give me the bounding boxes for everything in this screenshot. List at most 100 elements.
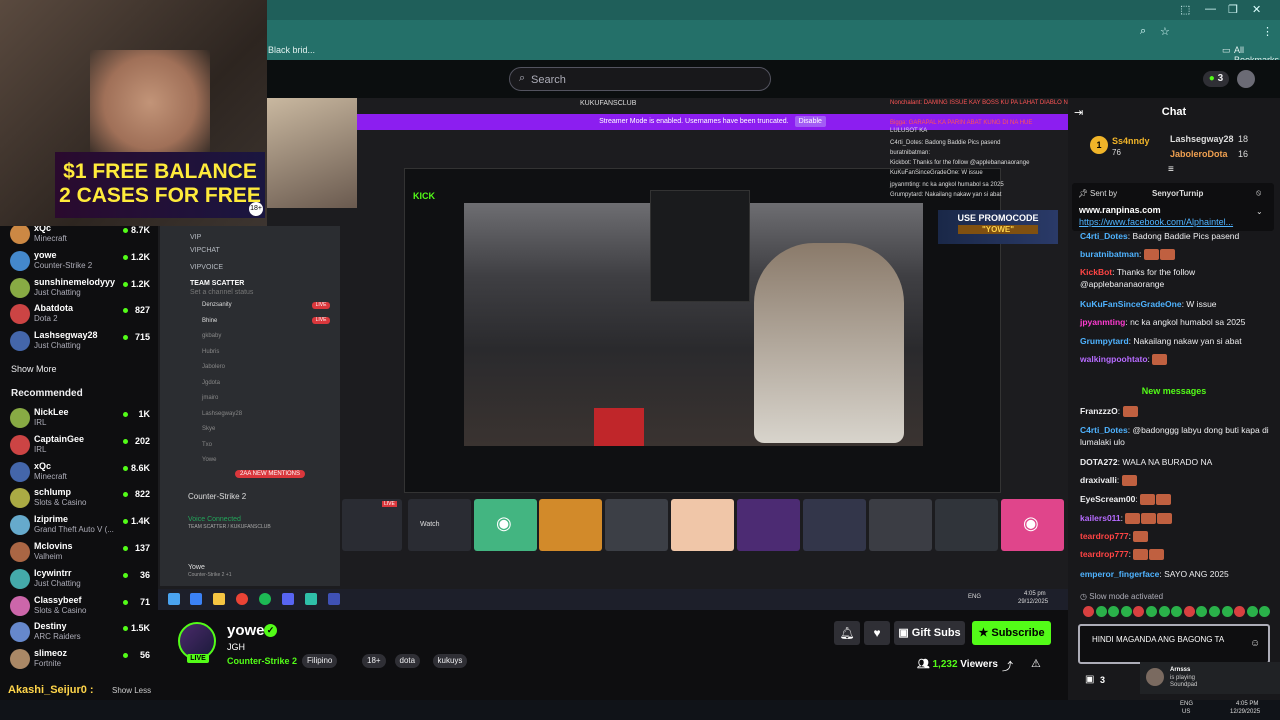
gift-subs-button[interactable]: ▣ Gift Subs	[894, 621, 965, 645]
subscribe-button[interactable]: ★ Subscribe	[972, 621, 1051, 645]
stream-tag[interactable]: kukuys	[432, 654, 468, 668]
chat-username[interactable]: walkingpoohtato	[1080, 354, 1148, 364]
unpin-icon[interactable]: ⦸	[1256, 188, 1261, 198]
search-input[interactable]: ⌕ Search	[509, 67, 771, 91]
discord-toast[interactable]: Arnsss is playing Soundpad	[1140, 662, 1280, 694]
discord-member[interactable]: Denzsanity	[202, 302, 232, 308]
tile-live-preview[interactable]: LIVE	[342, 499, 402, 551]
expand-gifters-icon[interactable]: ≡	[1168, 164, 1174, 175]
os-time[interactable]: 4:05 PM	[1236, 701, 1258, 707]
gift-icon[interactable]: ▣	[1085, 674, 1094, 685]
chat-username[interactable]: kailers011	[1080, 513, 1121, 523]
streamer-name[interactable]: yowe	[227, 622, 265, 639]
show-less-button[interactable]: Show Less	[112, 686, 151, 695]
tile-watch[interactable]: Watch	[408, 499, 471, 551]
top-gifter-2-name[interactable]: Lashsegway28	[1170, 134, 1234, 144]
emote-shortcut-icon[interactable]	[1146, 606, 1157, 617]
emote-shortcut-icon[interactable]	[1158, 606, 1170, 617]
chat-username[interactable]: FranzzzO	[1080, 406, 1118, 416]
sidebar-channel[interactable]: Classybeef Slots & Casino 71	[0, 592, 158, 618]
emote-shortcut-icon[interactable]	[1095, 606, 1107, 617]
top-gifter-3-name[interactable]: JaboleroDota	[1170, 149, 1228, 159]
emote-shortcut-icon[interactable]	[1183, 606, 1195, 617]
tile-avatar-4[interactable]	[737, 499, 800, 551]
sidebar-channel[interactable]: slimeoz Fortnite 56	[0, 645, 158, 671]
sidebar-channel[interactable]: NickLee IRL 1K	[0, 404, 158, 430]
discord-member[interactable]: Txo	[202, 442, 212, 448]
show-more-button[interactable]: Show More	[11, 364, 57, 374]
discord-member[interactable]: Jabolero	[202, 364, 225, 370]
spotify-app-icon[interactable]	[259, 593, 271, 605]
os-region[interactable]: US	[1182, 709, 1190, 715]
tile-avatar-2[interactable]	[605, 499, 668, 551]
sidebar-channel[interactable]: sunshinemelodyyy Just Chatting 1.2K	[0, 274, 158, 300]
maximize-button[interactable]: ❐	[1228, 3, 1238, 16]
share-icon[interactable]: ⤴	[1002, 658, 1013, 674]
minimize-button[interactable]: —	[1205, 3, 1216, 15]
os-date[interactable]: 12/29/2025	[1230, 709, 1260, 715]
sidebar-channel[interactable]: CaptainGee IRL 202	[0, 431, 158, 457]
chat-input[interactable]: HINDI MAGANDA ANG BAGONG TA ☺	[1078, 624, 1270, 664]
chat-username[interactable]: buratnibatman	[1080, 249, 1139, 259]
tile-avatar-duck[interactable]	[539, 499, 602, 551]
chat-username[interactable]: jpyanmting	[1080, 317, 1125, 327]
emote-shortcut-icon[interactable]	[1120, 606, 1132, 617]
os-lang[interactable]: ENG	[1180, 701, 1193, 707]
disable-button[interactable]: Disable	[794, 116, 826, 127]
chat-username[interactable]: emperor_fingerface	[1080, 569, 1159, 579]
chrome-app-icon[interactable]	[236, 593, 248, 605]
top-gifter-1-name[interactable]: Ss4nndy	[1112, 136, 1150, 146]
follow-heart-button[interactable]: ♥	[864, 621, 890, 645]
tile-avatar-7[interactable]	[935, 499, 998, 551]
sidebar-channel[interactable]: xQc Minecraft 8.6K	[0, 458, 158, 484]
discord-member[interactable]: Lashsegway28	[202, 411, 242, 417]
stream-category[interactable]: Counter-Strike 2	[227, 656, 297, 666]
stream-tag[interactable]: Filipino	[302, 654, 338, 668]
chat-username[interactable]: teardrop777	[1080, 531, 1129, 541]
taskbar-app-icon[interactable]	[305, 593, 317, 605]
chat-username[interactable]: teardrop777	[1080, 549, 1129, 559]
notifications-button[interactable]: ● 3	[1203, 71, 1229, 87]
report-icon[interactable]: ⚠	[1031, 657, 1041, 670]
discord-member[interactable]: Skye	[202, 426, 215, 432]
discord-member[interactable]: Hubris	[202, 349, 219, 355]
emote-shortcut-icon[interactable]	[1221, 606, 1233, 617]
emote-shortcut-icon[interactable]	[1246, 606, 1258, 617]
bookmark-black-brid[interactable]: Black brid...	[268, 45, 315, 55]
stream-tag[interactable]: 18+	[362, 654, 386, 668]
close-window-button[interactable]: ✕	[1252, 3, 1261, 16]
sidebar-channel[interactable]: Abatdota Dota 2 827	[0, 300, 158, 326]
stream-tag[interactable]: dota	[394, 654, 421, 668]
emote-shortcut-icon[interactable]	[1209, 606, 1220, 617]
discord-app-icon[interactable]	[282, 593, 294, 605]
notify-bell-button[interactable]: 🔔︎	[834, 621, 860, 645]
extensions-icon[interactable]: ⬚	[1180, 3, 1190, 16]
pinned-link[interactable]: https://www.facebook.com/Alphaintel...	[1079, 217, 1233, 227]
chat-username[interactable]: C4rti_Dotes	[1080, 231, 1128, 241]
menu-kebab-icon[interactable]: ⋮	[1262, 25, 1273, 38]
chat-username[interactable]: KuKuFanSinceGradeOne	[1080, 299, 1182, 309]
tile-avatar-6[interactable]	[869, 499, 932, 551]
chat-username[interactable]: Grumpytard	[1080, 336, 1129, 346]
tile-avatar-3[interactable]	[671, 499, 734, 551]
sidebar-channel[interactable]: schlump Slots & Casino 822	[0, 484, 158, 510]
chat-username[interactable]: KickBot	[1080, 267, 1112, 277]
discord-member[interactable]: jmairo	[202, 395, 218, 401]
discord-member[interactable]: Yowe	[202, 457, 216, 463]
pinned-user[interactable]: SenyorTurnip	[1152, 189, 1203, 198]
taskbar-app-icon[interactable]	[190, 593, 202, 605]
sidebar-channel[interactable]: Iziprime Grand Theft Auto V (... 1.4K	[0, 511, 158, 537]
chat-username[interactable]: draxivalli	[1080, 475, 1117, 485]
tile-discord-green[interactable]: ◉	[474, 499, 537, 551]
chevron-down-icon[interactable]: ⌄	[1256, 207, 1263, 216]
user-avatar[interactable]	[1237, 70, 1255, 88]
sidebar-channel[interactable]: Lashsegway28 Just Chatting 715	[0, 327, 158, 353]
sidebar-channel[interactable]: Mclovins Valheim 137	[0, 538, 158, 564]
windows-start-icon[interactable]	[168, 593, 180, 605]
sidebar-channel[interactable]: Icywintrr Just Chatting 36	[0, 565, 158, 591]
zoom-icon[interactable]: ⌕	[1140, 25, 1146, 38]
folder-app-icon[interactable]	[213, 593, 225, 605]
discord-member[interactable]: Bhine	[202, 318, 217, 324]
discord-member[interactable]: gkbaby	[202, 333, 221, 339]
emoji-icon[interactable]: ☺	[1250, 638, 1260, 649]
